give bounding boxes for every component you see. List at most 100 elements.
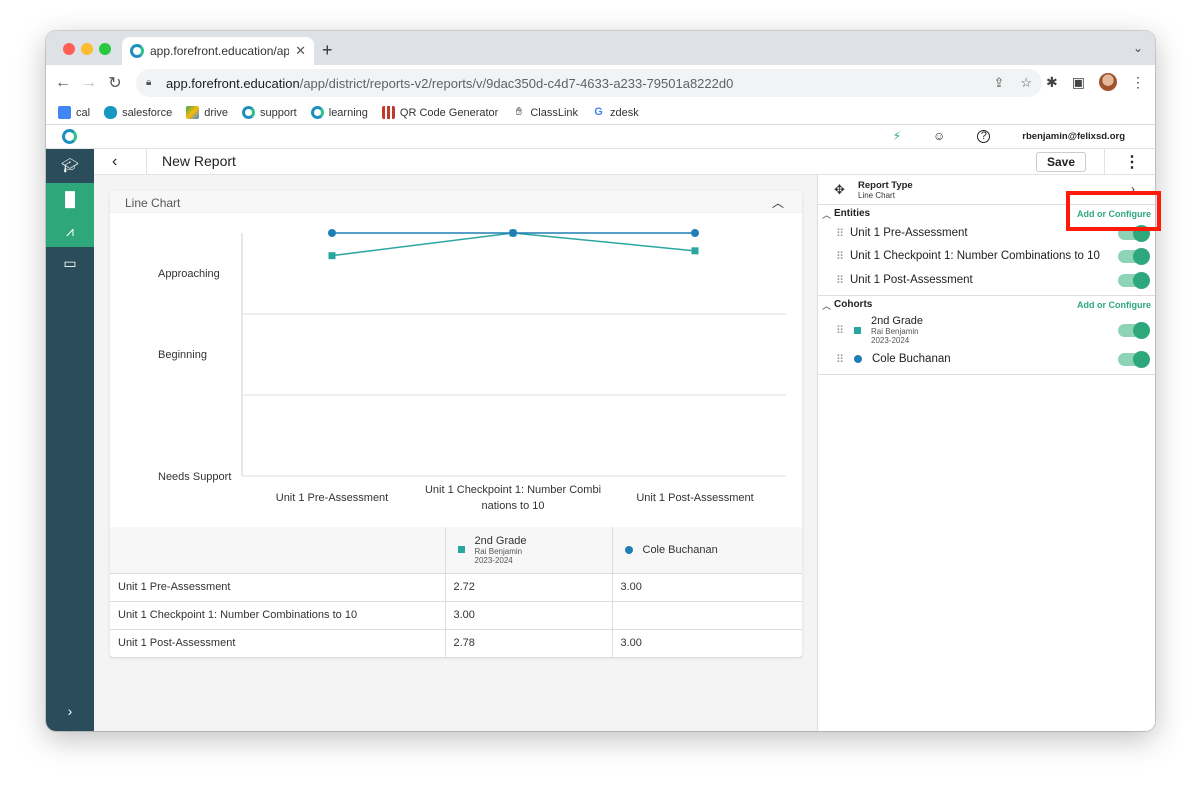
reload-icon[interactable]: ↻ [102,73,128,93]
tab-title: app.forefront.education/app/d [150,44,290,58]
entity-name: Unit 1 Pre-Assessment [850,227,968,239]
cohort-toggle[interactable] [1118,321,1150,339]
header-divider [146,149,147,175]
entity-name: Unit 1 Checkpoint 1: Number Combinations… [850,250,1100,262]
sidebar-expand-chevron-icon[interactable]: › [46,695,94,727]
back-chevron-icon[interactable]: ‹ [112,153,117,171]
bookmark-salesforce[interactable]: salesforce [104,106,172,119]
extensions-puzzle-icon[interactable]: ✱ [1046,74,1058,91]
side-panel-icon[interactable]: ▣ [1072,74,1085,91]
y-tick-label: Approaching [158,268,220,280]
drag-handle-icon[interactable]: ⠿ [836,324,850,337]
drive-icon [186,106,200,119]
x-tick-label: Unit 1 Post-Assessment [636,492,753,504]
sidebar-folder-icon[interactable]: ▭ [46,247,94,279]
drag-handle-icon[interactable]: ⠿ [836,274,850,287]
cohort-teacher: Rai Benjamin [474,546,523,556]
support-face-icon[interactable]: ☺ [933,129,945,143]
browser-toolbar: ← → ↻ 🔒︎ app.forefront.education/app/dis… [46,65,1155,101]
browser-tab[interactable]: app.forefront.education/app/d ✕ [122,37,314,65]
close-tab-icon[interactable]: ✕ [295,43,306,59]
maximize-window-button[interactable] [99,43,111,55]
report-header: ‹ New Report Save ⋮ [94,149,1155,175]
collapse-chevron-icon[interactable]: ︿ [772,194,784,211]
y-tick-label: Needs Support [158,471,231,483]
entity-toggle[interactable] [1118,271,1150,289]
bookmark-support[interactable]: support [242,106,297,119]
cohort-name: 2nd Grade [871,315,923,327]
browser-menu-icon[interactable]: ⋮ [1131,74,1145,91]
entity-name: Unit 1 Post-Assessment [850,274,973,286]
cohort-name: Cole Buchanan [872,353,951,365]
tab-search-chevron-icon[interactable]: ⌄ [1133,41,1143,55]
minimize-window-button[interactable] [81,43,93,55]
url-path: /app/district/reports-v2/reports/v/9dac3… [299,75,734,91]
share-icon[interactable]: ⇪ [993,75,1004,91]
address-bar[interactable]: 🔒︎ app.forefront.education/app/district/… [136,69,1042,97]
bookmark-cal[interactable]: cal [58,106,90,119]
drag-handle-icon[interactable]: ⠿ [836,353,850,366]
more-options-icon[interactable]: ⋮ [1124,152,1140,172]
app-sidebar: 🎓︎ ▐▌ ⩘ ▭ › [46,149,94,731]
table-cell-entity: Unit 1 Pre-Assessment [110,573,445,602]
tab-strip: app.forefront.education/app/d ✕ + ⌄ [46,31,1155,65]
new-tab-button[interactable]: + [322,40,333,61]
table-cell-value: 3.00 [444,601,612,630]
circle-marker-icon [854,355,862,363]
drag-handle-icon[interactable]: ⠿ [836,227,850,240]
bookmark-qr-code-generator[interactable]: QR Code Generator [381,106,498,119]
bookmark-classlink[interactable]: ✋︎ ClassLink [512,106,578,119]
bookmark-drive[interactable]: drive [186,106,228,119]
square-marker-icon [457,546,465,554]
cohort-row: ⠿ Cole Buchanan [836,348,1152,370]
table-header-row: 2nd Grade Rai Benjamin 2023-2024 Cole Bu… [110,527,802,574]
cohort-year: 2023-2024 [871,336,910,345]
table-header-blank [110,527,445,574]
calendar-icon [58,106,71,119]
bookmark-learning[interactable]: learning [310,106,368,119]
data-point-circle [328,229,336,237]
back-arrow-icon[interactable]: ← [50,74,76,92]
cohorts-collapse-chevron-icon[interactable]: ︿ [822,299,831,312]
profile-avatar[interactable] [1099,73,1117,91]
report-type-label: Report Type [858,180,913,191]
table-cell-value: 2.78 [444,629,612,658]
y-tick-label: Beginning [158,349,207,361]
salesforce-cloud-icon [104,106,118,119]
app-area: ⚡︎ ☺ ? rbenjamin@felixsd.org 🎓︎ ▐▌ ⩘ ▭ ›… [46,125,1155,731]
table-cell-entity: Unit 1 Post-Assessment [110,629,445,658]
cohort-teacher: Rai Benjamin [871,327,919,336]
forefront-icon [242,106,256,119]
user-email[interactable]: rbenjamin@felixsd.org [1022,131,1125,142]
table-cell-entity: Unit 1 Checkpoint 1: Number Combinations… [110,601,445,630]
entities-collapse-chevron-icon[interactable]: ︿ [822,208,831,221]
highlight-annotation-box [1066,191,1161,231]
save-button[interactable]: Save [1036,152,1086,172]
help-icon[interactable]: ? [977,129,991,143]
browser-window: app.forefront.education/app/d ✕ + ⌄ ← → … [46,31,1155,731]
bookmark-star-icon[interactable]: ☆ [1020,75,1032,91]
line-chart: Needs SupportBeginningApproachingMeeting… [158,229,786,512]
forefront-logo-icon[interactable] [62,129,77,144]
cohort-name: Cole Buchanan [642,543,718,556]
sidebar-bar-chart-icon[interactable]: ▐▌ [46,183,94,215]
cohorts-add-or-configure-link[interactable]: Add or Configure [1077,300,1151,310]
header-divider [1104,149,1105,175]
drag-handle-icon[interactable]: ⠿ [836,250,850,263]
chart-card-header[interactable]: Line Chart ︿ [110,191,802,213]
entity-toggle[interactable] [1118,247,1150,265]
sidebar-graduation-cap-icon[interactable]: 🎓︎ [46,149,94,181]
lightning-bolt-icon[interactable]: ⚡︎ [893,129,901,143]
cohort-name: 2nd Grade [474,534,527,547]
google-g-icon: G [594,106,603,118]
close-window-button[interactable] [63,43,75,55]
forward-arrow-icon[interactable]: → [76,74,102,92]
sidebar-trend-line-icon[interactable]: ⩘ [46,215,94,247]
cohort-year: 2023-2024 [474,555,513,565]
cohort-toggle[interactable] [1118,350,1150,368]
cohort-row: ⠿ 2nd Grade Rai Benjamin 2023-2024 [836,314,1152,346]
data-table: 2nd Grade Rai Benjamin 2023-2024 Cole Bu… [110,527,802,658]
circle-marker-icon [624,545,633,554]
report-type-value: Line Chart [858,191,895,200]
bookmark-zdesk[interactable]: Gzdesk [592,106,639,119]
